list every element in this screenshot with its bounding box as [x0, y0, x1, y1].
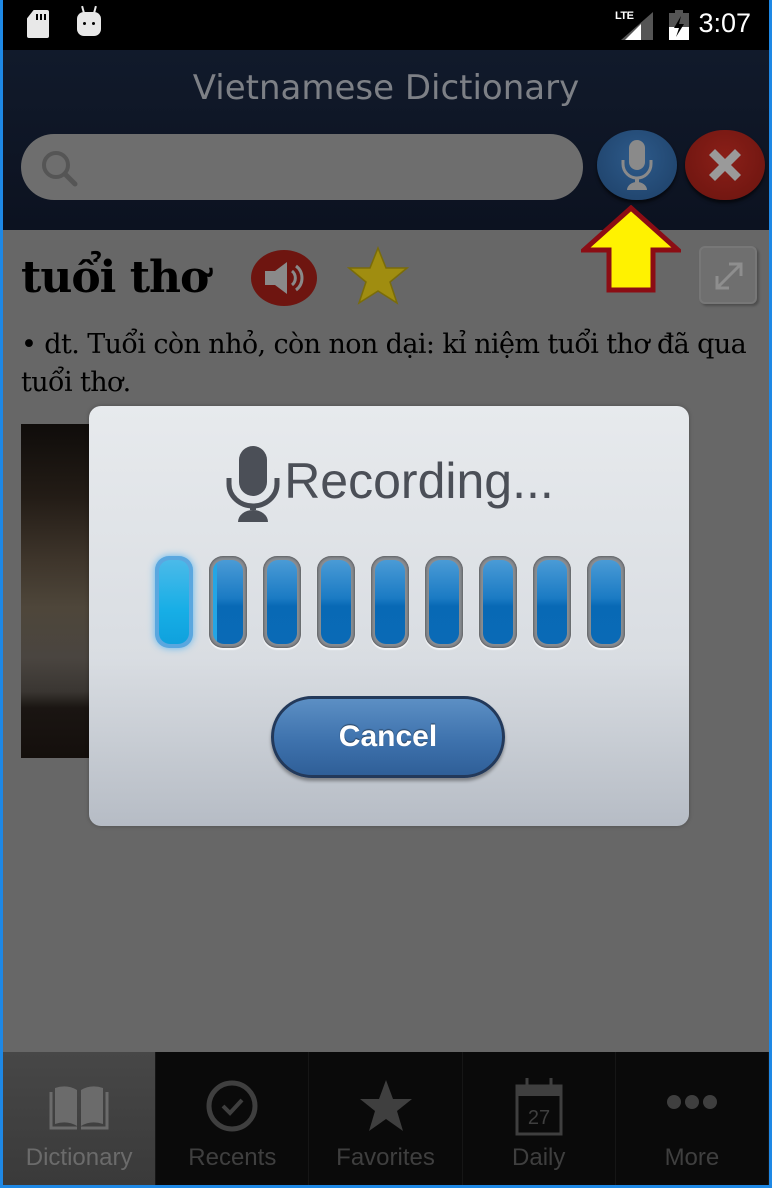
level-bar [587, 556, 625, 648]
definition-text: • dt. Tuổi còn nhỏ, còn non dại: kỉ niệm… [21, 329, 747, 398]
level-bar [317, 556, 355, 648]
calendar-day: 27 [528, 1107, 550, 1129]
recording-title: Recording... [284, 453, 554, 509]
illustration-image [21, 424, 89, 758]
level-bar [533, 556, 571, 648]
status-clock: 3:07 [698, 8, 751, 38]
search-icon [42, 151, 78, 187]
audio-level-meter [155, 556, 625, 650]
tab-recents[interactable]: Recents [156, 1052, 310, 1185]
sd-card-icon [27, 10, 49, 38]
calendar-icon: 27 [515, 1078, 563, 1136]
bottom-nav: Dictionary Recents Favorites 27 Daily Mo… [3, 1052, 769, 1185]
tab-label: Dictionary [25, 1144, 133, 1171]
app-frame: LTE 3:07 Vietnamese Dictionary tuổi thơ … [0, 0, 772, 1188]
clear-search-button[interactable] [685, 130, 765, 200]
microphone-icon [621, 140, 653, 190]
level-bar [425, 556, 463, 648]
tab-label: Favorites [336, 1144, 435, 1171]
level-bar [263, 556, 301, 648]
level-bar [371, 556, 409, 648]
level-bar [209, 556, 247, 648]
signal-icon [621, 12, 653, 40]
recording-dialog: Recording... Cancel [89, 406, 689, 826]
tab-more[interactable]: More [616, 1052, 769, 1185]
recording-header: Recording... [89, 446, 689, 526]
level-bar [479, 556, 517, 648]
level-bar [155, 556, 193, 648]
tab-label: More [664, 1144, 720, 1171]
tab-label: Recents [188, 1144, 277, 1171]
speaker-icon [265, 262, 304, 294]
voice-search-button[interactable] [597, 130, 677, 200]
android-debug-icon [77, 5, 101, 36]
close-icon [709, 149, 741, 181]
search-input[interactable] [21, 134, 583, 200]
battery-charging-icon [669, 10, 689, 40]
clock-check-icon [206, 1080, 258, 1132]
favorite-star-button[interactable] [347, 246, 409, 306]
star-icon [359, 1080, 412, 1131]
book-icon [49, 1086, 109, 1130]
status-bar: LTE 3:07 [3, 0, 769, 50]
app-title: Vietnamese Dictionary [192, 68, 580, 108]
tab-label: Daily [512, 1144, 566, 1171]
pronounce-button[interactable] [251, 250, 317, 306]
more-dots-icon [666, 1095, 717, 1109]
tab-daily[interactable]: 27 Daily [463, 1052, 616, 1185]
tab-favorites[interactable]: Favorites [309, 1052, 463, 1185]
app-header: Vietnamese Dictionary [3, 50, 769, 230]
annotation-arrow-icon [581, 205, 681, 293]
cancel-button[interactable]: Cancel [271, 696, 505, 778]
tab-dictionary[interactable]: Dictionary [3, 1052, 157, 1185]
headword: tuổi thơ [21, 252, 209, 303]
expand-button[interactable] [699, 246, 757, 304]
expand-icon [715, 262, 743, 290]
microphone-icon [226, 446, 280, 522]
